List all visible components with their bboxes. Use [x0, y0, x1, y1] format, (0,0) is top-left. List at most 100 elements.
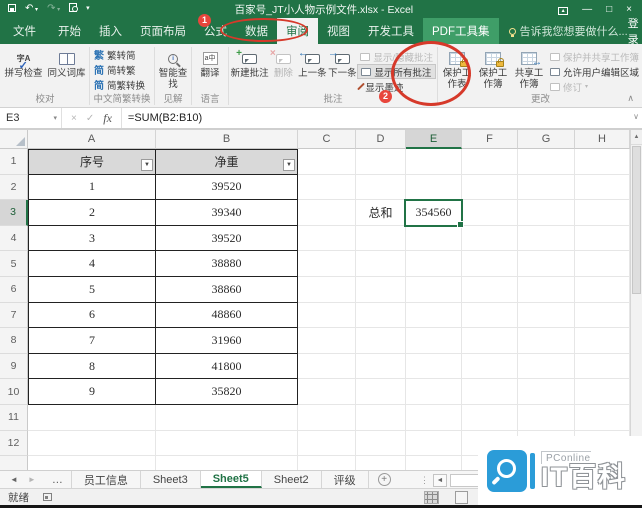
cell-f10[interactable] [462, 379, 518, 405]
maximize-button[interactable]: □ [606, 4, 612, 15]
cell-d2[interactable] [356, 175, 406, 201]
macro-record-icon[interactable] [43, 493, 52, 501]
save-icon[interactable] [8, 4, 16, 15]
row-header-5[interactable]: 5 [0, 251, 28, 277]
cell-d8[interactable] [356, 328, 406, 354]
scroll-up-icon[interactable]: ▲ [631, 130, 642, 145]
new-comment-button[interactable]: + 新建批注 [230, 46, 269, 80]
cell-d10[interactable] [356, 379, 406, 405]
cell-h10[interactable] [575, 379, 630, 405]
cell-d12[interactable] [356, 431, 406, 457]
tab-home[interactable]: 开始 [49, 18, 90, 44]
cell-h5[interactable] [575, 251, 630, 277]
ribbon-display-options-icon[interactable]: ▴ [558, 4, 568, 15]
insert-function-icon[interactable]: fx [103, 111, 112, 126]
cell-f1[interactable] [462, 149, 518, 175]
minimize-button[interactable]: — [582, 4, 592, 15]
cell-f8[interactable] [462, 328, 518, 354]
cell-a4[interactable]: 3 [28, 226, 156, 252]
row-header-9[interactable]: 9 [0, 354, 28, 380]
cell-b8[interactable]: 31960 [156, 328, 298, 354]
row-header-3[interactable]: 3 [0, 200, 28, 226]
cell-b12[interactable] [156, 431, 298, 457]
cell-h7[interactable] [575, 303, 630, 329]
cell-g10[interactable] [518, 379, 575, 405]
cell-c8[interactable] [298, 328, 356, 354]
allow-edit-ranges-button[interactable]: 允许用户编辑区域 [547, 64, 642, 79]
cell-h11[interactable] [575, 405, 630, 431]
hscroll-left-icon[interactable]: ◄ [433, 474, 447, 487]
cell-e11[interactable] [406, 405, 462, 431]
undo-icon[interactable]: ↶ ▾ [25, 4, 38, 15]
row-header-2[interactable]: 2 [0, 175, 28, 201]
cell-h8[interactable] [575, 328, 630, 354]
row-header-12[interactable]: 12 [0, 431, 28, 457]
cell-b10[interactable]: 35820 [156, 379, 298, 405]
sheet-prev-icon[interactable]: ◄ [10, 475, 18, 484]
cell-c2[interactable] [298, 175, 356, 201]
simp-to-trad-button[interactable]: 简简转繁 [91, 62, 153, 77]
scrollbar-grip-icon[interactable]: ⋮ [420, 475, 430, 486]
cell-d3-sum-label[interactable]: 总和 [356, 200, 406, 226]
collapse-ribbon-icon[interactable]: ∧ [627, 93, 634, 104]
row-header-4[interactable]: 4 [0, 226, 28, 252]
filter-icon[interactable]: ▼ [141, 159, 153, 171]
row-header-1[interactable]: 1 [0, 149, 28, 175]
cell-a5[interactable]: 4 [28, 251, 156, 277]
cell-c1[interactable] [298, 149, 356, 175]
cell-b1[interactable]: 净重▼ [156, 149, 298, 175]
thesaurus-button[interactable]: 同义词库 [45, 46, 88, 80]
cell-b6[interactable]: 38860 [156, 277, 298, 303]
new-sheet-icon[interactable]: + [378, 473, 391, 486]
sheet-tab-employee-info[interactable]: 员工信息 [72, 471, 141, 488]
column-header-d[interactable]: D [356, 130, 406, 149]
cell-b9[interactable]: 41800 [156, 354, 298, 380]
share-workbook-button[interactable]: ↔ 共享工作簿 [511, 46, 547, 90]
cell-d11[interactable] [356, 405, 406, 431]
sheet-list-dots[interactable]: … [44, 471, 72, 488]
sheet-tab-sheet5[interactable]: Sheet5 [201, 471, 262, 488]
select-all-corner[interactable] [0, 130, 28, 149]
row-header-10[interactable]: 10 [0, 379, 28, 405]
column-header-b[interactable]: B [156, 130, 298, 149]
cell-f3[interactable] [462, 200, 518, 226]
cell-e5[interactable] [406, 251, 462, 277]
cell-g3[interactable] [518, 200, 575, 226]
cell-g2[interactable] [518, 175, 575, 201]
cell-f6[interactable] [462, 277, 518, 303]
name-box[interactable]: E3 ▾ [0, 108, 62, 128]
tab-page-layout[interactable]: 页面布局 [131, 18, 195, 44]
trad-to-simp-button[interactable]: 繁繁转简 [91, 47, 153, 62]
cell-e2[interactable] [406, 175, 462, 201]
cell-g4[interactable] [518, 226, 575, 252]
normal-view-icon[interactable] [424, 491, 439, 504]
cell-f5[interactable] [462, 251, 518, 277]
sheet-next-icon[interactable]: ► [28, 475, 36, 484]
cell-h9[interactable] [575, 354, 630, 380]
filter-icon[interactable]: ▼ [283, 159, 295, 171]
cell-h2[interactable] [575, 175, 630, 201]
cell-f4[interactable] [462, 226, 518, 252]
cell-e7[interactable] [406, 303, 462, 329]
cell-a2[interactable]: 1 [28, 175, 156, 201]
cell-a9[interactable]: 8 [28, 354, 156, 380]
previous-comment-button[interactable]: ← 上一条 [297, 46, 327, 80]
cell-d4[interactable] [356, 226, 406, 252]
cell-b5[interactable]: 38880 [156, 251, 298, 277]
cell-b4[interactable]: 39520 [156, 226, 298, 252]
cell-c9[interactable] [298, 354, 356, 380]
cell-g1[interactable] [518, 149, 575, 175]
cell-a6[interactable]: 5 [28, 277, 156, 303]
row-header-6[interactable]: 6 [0, 277, 28, 303]
cell-d1[interactable] [356, 149, 406, 175]
sheet-tab-sheet3[interactable]: Sheet3 [141, 471, 201, 488]
cell-e10[interactable] [406, 379, 462, 405]
cell-f9[interactable] [462, 354, 518, 380]
cell-f7[interactable] [462, 303, 518, 329]
cell-c5[interactable] [298, 251, 356, 277]
vertical-scrollbar-thumb[interactable] [632, 146, 641, 294]
cell-e1[interactable] [406, 149, 462, 175]
tell-me-box[interactable]: 告诉我您想要做什么... [509, 18, 628, 44]
sign-in-button[interactable]: 登录 [628, 15, 639, 47]
cell-c10[interactable] [298, 379, 356, 405]
